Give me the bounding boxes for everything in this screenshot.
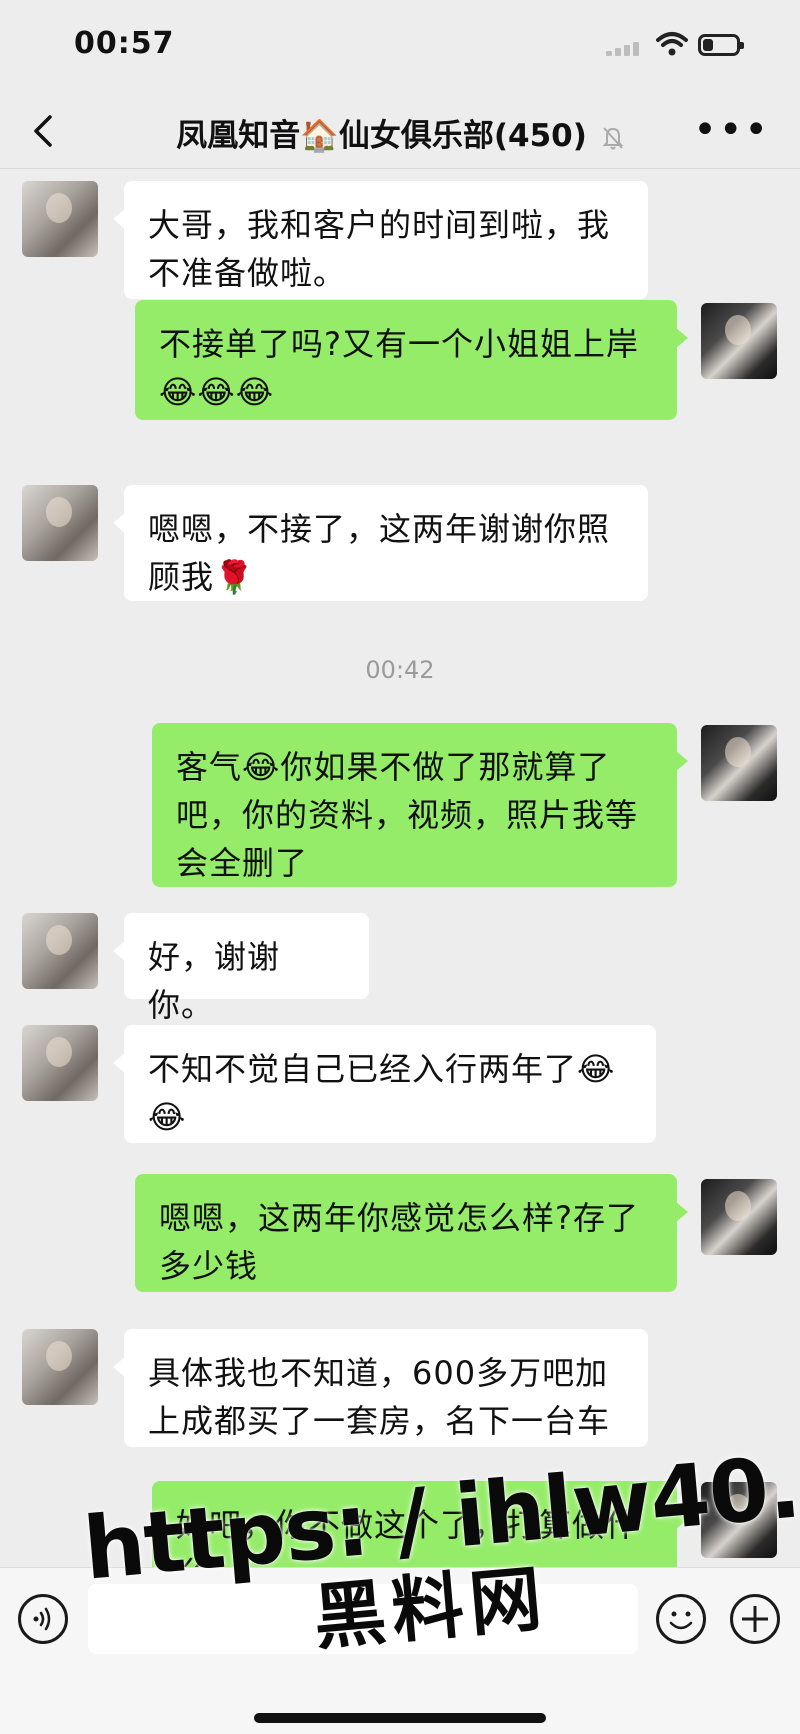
avatar[interactable] xyxy=(22,913,98,989)
home-indicator xyxy=(254,1713,546,1723)
message-bubble[interactable]: 客气😂你如果不做了那就算了 吧，你的资料，视频，照片我等 会全删了 xyxy=(152,723,688,887)
message-list[interactable]: 大哥，我和客户的时间到啦，我 不准备做啦。 不接单了吗?又有一个小姐姐上岸 😂😂… xyxy=(0,169,800,1567)
avatar[interactable] xyxy=(701,1179,777,1255)
chat-title: 凤凰知音🏠仙女俱乐部(450) xyxy=(176,118,587,154)
ellipsis-icon[interactable]: ••• xyxy=(693,110,770,150)
chevron-left-icon[interactable] xyxy=(30,114,58,148)
avatar[interactable] xyxy=(22,181,98,257)
avatar[interactable] xyxy=(701,725,777,801)
battery-icon xyxy=(698,34,744,56)
message-bubble[interactable]: 嗯嗯，这两年你感觉怎么样?存了 多少钱 xyxy=(135,1174,688,1292)
status-bar: 00:57 xyxy=(0,0,800,92)
avatar[interactable] xyxy=(22,485,98,561)
avatar[interactable] xyxy=(701,303,777,379)
avatar[interactable] xyxy=(22,1025,98,1101)
status-time: 00:57 xyxy=(74,26,175,61)
message-bubble[interactable]: 大哥，我和客户的时间到啦，我 不准备做啦。 xyxy=(113,181,648,299)
message-bubble[interactable]: 不知不觉自己已经入行两年了😂 😂 xyxy=(113,1025,656,1143)
wifi-icon xyxy=(656,32,688,56)
message-bubble[interactable]: 不接单了吗?又有一个小姐姐上岸 😂😂😂 xyxy=(135,300,688,420)
avatar[interactable] xyxy=(22,1329,98,1405)
chat-header: 凤凰知音🏠仙女俱乐部(450) ••• xyxy=(0,92,800,169)
bell-slash-icon xyxy=(602,126,624,149)
voice-icon[interactable] xyxy=(18,1594,68,1644)
cellular-signal-icon xyxy=(606,40,644,56)
voice-glyph xyxy=(33,1607,51,1631)
message-bubble[interactable]: 好，谢谢你。 xyxy=(113,913,369,1024)
chat-title-container[interactable]: 凤凰知音🏠仙女俱乐部(450) xyxy=(150,110,650,155)
battery-level xyxy=(703,39,713,51)
message-bubble[interactable]: 具体我也不知道，600多万吧加 上成都买了一套房，名下一台车 xyxy=(113,1329,648,1447)
message-bubble[interactable]: 嗯嗯，不接了，这两年谢谢你照 顾我🌹 xyxy=(113,485,648,601)
time-divider: 00:42 xyxy=(365,656,435,684)
